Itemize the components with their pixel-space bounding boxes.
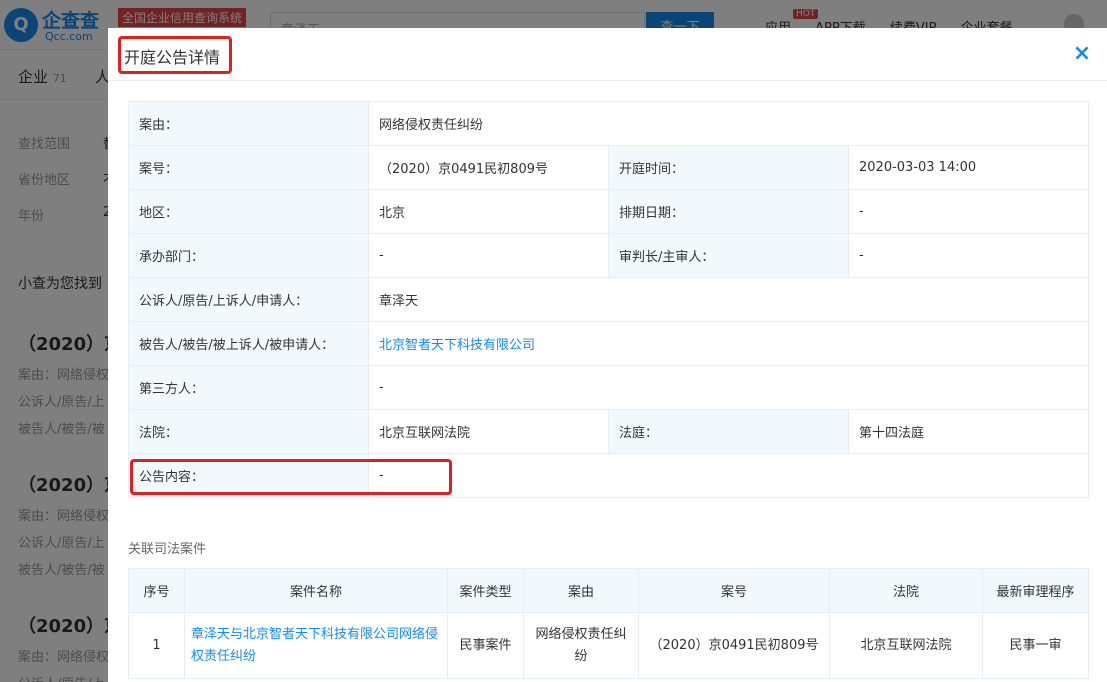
- courtroom-label: 法庭：: [608, 409, 849, 454]
- dialog-header: 开庭公告详情 ×: [108, 28, 1107, 81]
- table-row: 1 章泽天与北京智者天下科技有限公司网络侵权责任纠纷 民事案件 网络侵权责任纠纷…: [128, 612, 1089, 679]
- case-no-value: （2020）京0491民初809号: [368, 145, 609, 190]
- content-value: -: [368, 453, 1089, 498]
- court-value: 北京互联网法院: [368, 409, 609, 454]
- col-cause: 案由: [523, 568, 639, 613]
- schedule-label: 排期日期：: [608, 189, 849, 234]
- hearing-time-value: 2020-03-03 14:00: [848, 145, 1089, 190]
- col-case-type: 案件类型: [447, 568, 524, 613]
- content-highlight-box: [130, 459, 452, 495]
- dept-label: 承办部门：: [128, 233, 369, 278]
- third-party-label: 第三方人：: [128, 365, 369, 410]
- judge-value: -: [848, 233, 1089, 278]
- table-header-row: 序号 案件名称 案件类型 案由 案号 法院 最新审理程序: [128, 568, 1089, 613]
- judge-label: 审判长/主审人：: [608, 233, 849, 278]
- row-third-party: 第三方人： -: [128, 365, 1089, 410]
- row-dept: 承办部门： - 审判长/主审人： -: [128, 233, 1089, 278]
- case-name-link[interactable]: 章泽天与北京智者天下科技有限公司网络侵权责任纠纷: [191, 627, 438, 664]
- cell-court: 北京互联网法院: [829, 612, 983, 679]
- col-court: 法院: [829, 568, 983, 613]
- region-value: 北京: [368, 189, 609, 234]
- cell-procedure: 民事一审: [982, 612, 1089, 679]
- defendant-label: 被告人/被告/被上诉人/被申请人：: [128, 321, 369, 366]
- region-label: 地区：: [128, 189, 369, 234]
- defendant-cell: 北京智者天下科技有限公司: [368, 321, 1089, 366]
- dept-value: -: [368, 233, 609, 278]
- hearing-time-label: 开庭时间：: [608, 145, 849, 190]
- row-case-no: 案号： （2020）京0491民初809号 开庭时间： 2020-03-03 1…: [128, 145, 1089, 190]
- hearing-notice-dialog: 开庭公告详情 × 案由： 网络侵权责任纠纷 案号： （2020）京0491民初8…: [108, 28, 1107, 682]
- row-plaintiff: 公诉人/原告/上诉人/申请人： 章泽天: [128, 277, 1089, 322]
- related-cases-title: 关联司法案件: [128, 542, 207, 557]
- title-highlight-box: [118, 36, 232, 74]
- row-court: 法院： 北京互联网法院 法庭： 第十四法庭: [128, 409, 1089, 454]
- cell-case-type: 民事案件: [447, 612, 524, 679]
- cause-value: 网络侵权责任纠纷: [368, 101, 1089, 146]
- row-cause: 案由： 网络侵权责任纠纷: [128, 101, 1089, 146]
- defendant-company-link[interactable]: 北京智者天下科技有限公司: [379, 338, 535, 353]
- col-index: 序号: [128, 568, 185, 613]
- col-case-name: 案件名称: [184, 568, 448, 613]
- related-cases-table: 序号 案件名称 案件类型 案由 案号 法院 最新审理程序 1 章泽天与北京智者天…: [128, 568, 1089, 679]
- courtroom-value: 第十四法庭: [848, 409, 1089, 454]
- court-label: 法院：: [128, 409, 369, 454]
- third-party-value: -: [368, 365, 1089, 410]
- cause-label: 案由：: [128, 101, 369, 146]
- cell-cause: 网络侵权责任纠纷: [523, 612, 639, 679]
- cell-case-name: 章泽天与北京智者天下科技有限公司网络侵权责任纠纷: [184, 612, 448, 679]
- row-region: 地区： 北京 排期日期： -: [128, 189, 1089, 234]
- col-procedure: 最新审理程序: [982, 568, 1089, 613]
- plaintiff-value: 章泽天: [368, 277, 1089, 322]
- close-icon[interactable]: ×: [1071, 42, 1093, 66]
- case-no-label: 案号：: [128, 145, 369, 190]
- col-case-no: 案号: [638, 568, 830, 613]
- cell-index: 1: [128, 612, 185, 679]
- detail-table: 案由： 网络侵权责任纠纷 案号： （2020）京0491民初809号 开庭时间：…: [128, 101, 1089, 498]
- row-defendant: 被告人/被告/被上诉人/被申请人： 北京智者天下科技有限公司: [128, 321, 1089, 366]
- plaintiff-label: 公诉人/原告/上诉人/申请人：: [128, 277, 369, 322]
- schedule-value: -: [848, 189, 1089, 234]
- cell-case-no: （2020）京0491民初809号: [638, 612, 830, 679]
